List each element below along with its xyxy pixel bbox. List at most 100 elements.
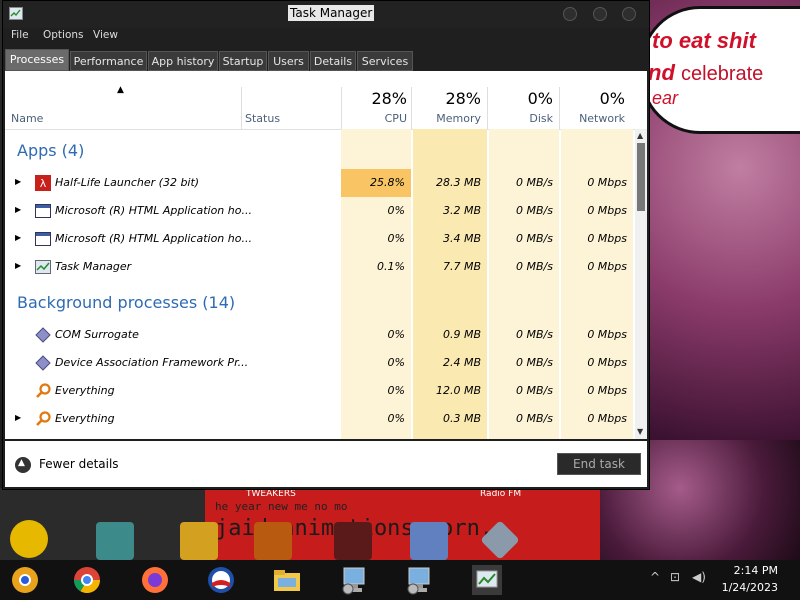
table-row[interactable]: Everything 0% 12.0 MB 0 MB/s 0 Mbps [5,377,633,405]
disk-total-percent[interactable]: 0% [487,89,553,108]
tab-strip: Processes Performance App history Startu… [3,49,649,71]
memory-cell: 3.2 MB [442,204,481,217]
obama-logo-icon[interactable] [206,565,236,595]
sort-ascending-icon: ▲ [117,85,124,95]
tab-startup[interactable]: Startup [219,51,267,71]
memory-cell: 2.4 MB [442,356,481,369]
end-task-button[interactable]: End task [557,453,641,475]
half-life-icon: λ [35,175,51,191]
column-header-memory[interactable]: Memory [411,112,481,125]
process-name: Everything [55,412,115,425]
disk-cell: 0 MB/s [516,232,553,245]
disk-cell: 0 MB/s [516,384,553,397]
task-manager-window: Task Manager File Options View Processes… [2,0,650,490]
processes-panel: ▲ Name Status 28% CPU 28% Memory 0% Disk… [5,71,647,439]
column-header-cpu[interactable]: CPU [341,112,407,125]
wallpaper-radio-label: Radio FM [480,489,522,499]
cpu-total-percent[interactable]: 28% [341,89,407,108]
taskbar-clock-date[interactable]: 1/24/2023 [722,581,778,594]
table-row[interactable]: ▶ Everything 0% 0.3 MB 0 MB/s 0 Mbps [5,405,633,433]
wallpaper-orange-icon [254,522,292,560]
chrome-canary-icon[interactable] [10,565,40,595]
expand-chevron-icon[interactable]: ▶ [15,205,21,214]
title-bar[interactable]: Task Manager [3,1,649,28]
table-row[interactable]: ▶ Microsoft (R) HTML Application ho... 0… [5,225,633,253]
window-app-icon [35,204,51,218]
task-manager-icon [9,7,23,20]
group-header-apps: Apps (4) [17,141,85,160]
menu-options[interactable]: Options [43,29,84,41]
column-header-disk[interactable]: Disk [487,112,553,125]
expand-chevron-icon[interactable]: ▶ [15,261,21,270]
cpu-cell: 0% [387,412,405,425]
tab-processes[interactable]: Processes [5,49,69,71]
column-header-status[interactable]: Status [245,112,280,125]
tab-users[interactable]: Users [268,51,309,71]
hta-app-icon[interactable] [340,565,370,595]
network-icon[interactable]: ⊡ [670,570,680,584]
memory-total-percent[interactable]: 28% [411,89,481,108]
file-explorer-icon[interactable] [272,565,302,595]
chrome-icon[interactable] [72,565,102,595]
maximize-button[interactable] [593,7,607,21]
expand-chevron-icon[interactable]: ▶ [15,413,21,422]
expand-chevron-icon[interactable]: ▶ [15,233,21,242]
firefox-icon[interactable] [140,565,170,595]
table-row[interactable]: ▶ Task Manager 0.1% 7.7 MB 0 MB/s 0 Mbps [5,253,633,281]
svg-text:λ: λ [40,177,47,190]
tab-performance[interactable]: Performance [70,51,147,71]
show-hidden-icons-chevron-icon[interactable]: ^ [650,570,660,584]
group-header-background: Background processes (14) [17,293,236,312]
cpu-cell: 0% [387,356,405,369]
menu-file[interactable]: File [11,29,29,41]
network-total-percent[interactable]: 0% [559,89,625,108]
fewer-details-label[interactable]: Fewer details [39,457,119,471]
process-name: Everything [55,384,115,397]
table-row[interactable]: COM Surrogate 0% 0.9 MB 0 MB/s 0 Mbps [5,321,633,349]
close-button[interactable] [622,7,636,21]
column-header-name[interactable]: Name [11,112,43,125]
network-cell: 0 Mbps [587,384,627,397]
cpu-cell: 25.8% [341,169,411,197]
wallpaper-yellow-icon [10,520,48,558]
everything-search-icon [36,383,51,398]
table-row[interactable]: Device Association Framework Pr... 0% 2.… [5,349,633,377]
expand-chevron-icon[interactable]: ▶ [15,177,21,186]
minimize-button[interactable] [563,7,577,21]
wallpaper-text-line1: to eat shit [652,28,756,53]
network-cell: 0 Mbps [587,328,627,341]
task-manager-icon[interactable] [472,565,502,595]
memory-cell: 7.7 MB [442,260,481,273]
table-row[interactable]: ▶ Microsoft (R) HTML Application ho... 0… [5,197,633,225]
wallpaper-bottom-text1: he year new me no mo [215,500,348,513]
scroll-down-arrow-icon[interactable]: ▼ [637,427,643,436]
taskbar: ^ ⊡ ◀) 2:14 PM 1/24/2023 [0,560,800,600]
fewer-details-button[interactable]: ▲ [15,457,31,473]
column-header-network[interactable]: Network [559,112,625,125]
device-association-icon [35,355,51,371]
wallpaper-text-line3: ear [652,88,679,108]
process-name: Microsoft (R) HTML Application ho... [55,204,252,217]
cpu-cell: 0% [387,328,405,341]
network-cell: 0 Mbps [587,260,627,273]
chevron-up-icon: ▲ [18,458,25,468]
tab-details[interactable]: Details [310,51,356,71]
menu-view[interactable]: View [93,29,118,41]
tab-services[interactable]: Services [357,51,413,71]
vertical-scrollbar[interactable]: ▲ ▼ [635,129,647,439]
table-row[interactable]: ▶ λ Half-Life Launcher (32 bit) 25.8% 28… [5,169,633,197]
memory-cell: 3.4 MB [442,232,481,245]
footer-bar: ▲ Fewer details End task [5,441,647,487]
tab-app-history[interactable]: App history [148,51,218,71]
process-name: Microsoft (R) HTML Application ho... [55,232,252,245]
wallpaper-app-icon [410,522,448,560]
window-title: Task Manager [288,5,375,21]
com-surrogate-icon [35,327,51,343]
volume-icon[interactable]: ◀) [692,570,706,584]
network-cell: 0 Mbps [587,356,627,369]
scrollbar-thumb[interactable] [637,143,645,211]
hta-app-icon[interactable] [405,565,435,595]
scroll-up-arrow-icon[interactable]: ▲ [637,131,643,140]
taskbar-clock-time[interactable]: 2:14 PM [734,564,778,577]
cpu-cell: 0% [387,232,405,245]
